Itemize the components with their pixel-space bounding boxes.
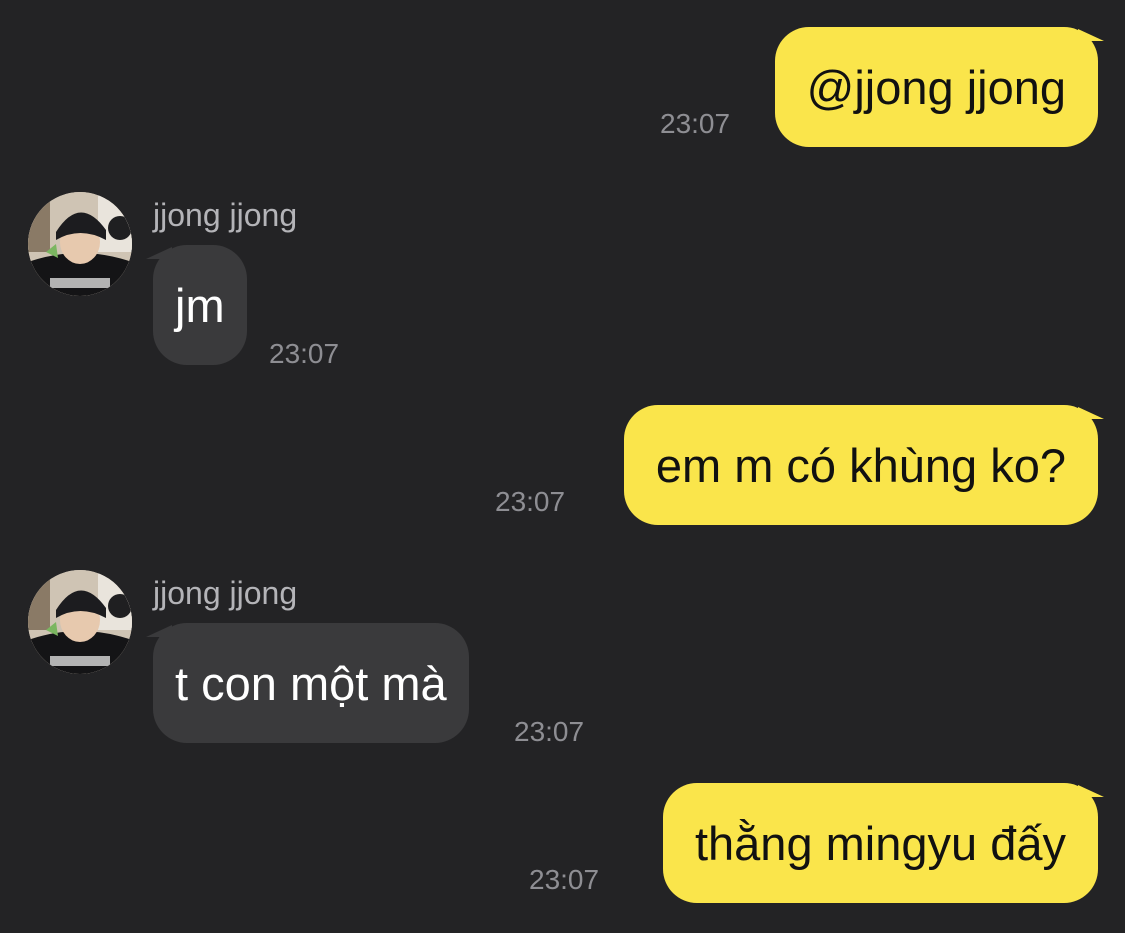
sender-name: jjong jjong: [153, 575, 298, 611]
message-text: @jjong jjong: [806, 60, 1066, 114]
profile-photo-icon: [28, 192, 132, 296]
incoming-message-bubble[interactable]: jm: [146, 245, 247, 365]
profile-photo-icon: [28, 570, 132, 674]
message-timestamp: 23:07: [495, 486, 566, 517]
message-text: jm: [175, 278, 225, 332]
message-text: t con một mà: [175, 656, 447, 710]
message-timestamp: 23:07: [269, 338, 340, 369]
outgoing-message-bubble[interactable]: em m có khùng ko?: [623, 405, 1105, 525]
incoming-message-bubble[interactable]: t con một mà: [146, 623, 469, 743]
message-timestamp: 23:07: [529, 864, 600, 895]
sender-name: jjong jjong: [153, 197, 298, 233]
message-text: em m có khùng ko?: [655, 438, 1066, 492]
sender-avatar[interactable]: [28, 570, 132, 674]
message-timestamp: 23:07: [660, 108, 731, 139]
sender-avatar[interactable]: [28, 192, 132, 296]
outgoing-message-bubble[interactable]: thằng mingyu đấy: [662, 783, 1105, 903]
message-text: thằng mingyu đấy: [694, 816, 1066, 870]
message-timestamp: 23:07: [514, 716, 585, 747]
outgoing-message-bubble[interactable]: @jjong jjong: [774, 27, 1105, 147]
chat-message-list[interactable]: 23:07 @jjong jjong jjong jjong jm 23:07 …: [0, 0, 1125, 933]
